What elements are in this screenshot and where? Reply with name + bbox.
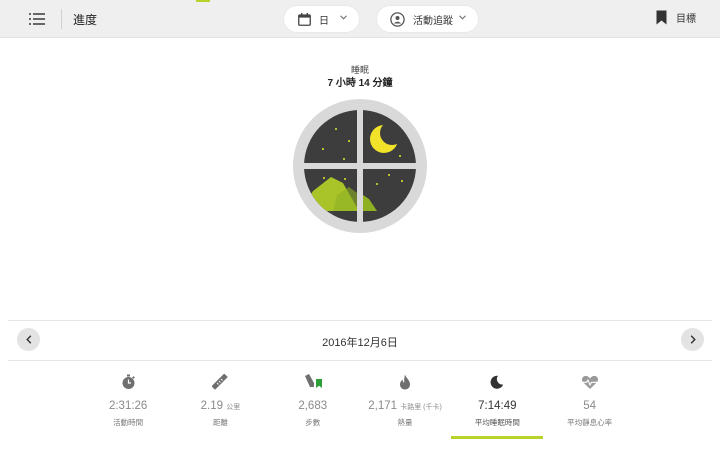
- stat-value: 54: [583, 400, 597, 412]
- next-day-button[interactable]: [681, 328, 704, 351]
- stat-label: 平均靜息心率: [567, 418, 613, 427]
- heart-rate-icon: [581, 375, 598, 389]
- flame-icon: [400, 374, 411, 390]
- date-range-label: 日: [319, 15, 329, 27]
- stat-label: 活動時間: [113, 418, 144, 427]
- metric-value: 7 小時 14 分鐘: [327, 78, 393, 89]
- chevron-down-icon: [340, 15, 347, 20]
- stat-value: 2,171: [368, 400, 398, 412]
- shoe-goal-icon: [304, 374, 322, 388]
- stat-tab-sleep[interactable]: 7:14:49 平均睡眠時間: [451, 372, 544, 467]
- stat-tab-calories[interactable]: 2,171 卡路里 (千卡) 熱量: [359, 372, 451, 467]
- active-tab-indicator: [451, 436, 544, 439]
- stat-label: 平均睡眠時間: [474, 418, 520, 427]
- menu-button[interactable]: [22, 8, 52, 30]
- stat-tab-active-time[interactable]: 2:31:26 活動時間: [82, 372, 174, 467]
- stat-label: 距離: [212, 418, 228, 427]
- top-bar: 進度 日 活動追蹤 目標: [0, 0, 720, 38]
- tracking-device-label: 活動追蹤: [413, 15, 453, 27]
- tracking-device-dropdown[interactable]: 活動追蹤: [377, 6, 478, 32]
- goals-label: 目標: [676, 14, 696, 25]
- moon-icon: [490, 375, 504, 389]
- chevron-down-icon: [459, 15, 466, 20]
- night-window-illustration: [293, 99, 427, 233]
- calendar-icon: [298, 12, 311, 26]
- stats-tabs: 2:31:26 活動時間 2.19 公里 距離 2,683 步數 2,171 卡…: [82, 372, 636, 467]
- top-accent-mark: [196, 0, 210, 2]
- stopwatch-icon: [122, 374, 135, 389]
- bookmark-icon: [656, 10, 667, 25]
- date-bar-divider-top: [8, 320, 712, 321]
- activity-tracker-icon: [390, 11, 405, 27]
- stat-tab-distance[interactable]: 2.19 公里 距離: [174, 372, 266, 467]
- stat-label: 熱量: [397, 418, 413, 427]
- stat-unit: 卡路里 (千卡): [400, 404, 442, 411]
- stat-tab-resting-heart-rate[interactable]: 54 平均靜息心率: [543, 372, 635, 467]
- stat-value: 7:14:49: [478, 400, 517, 412]
- chevron-right-icon: [690, 335, 696, 344]
- stat-value: 2:31:26: [108, 400, 148, 412]
- stat-value: 2.19: [200, 400, 224, 412]
- ruler-icon: [212, 374, 229, 390]
- header-divider: [61, 9, 62, 29]
- date-bar-divider-bottom: [8, 360, 712, 361]
- page-title: 進度: [73, 13, 98, 27]
- hamburger-menu-icon: [29, 13, 45, 25]
- stat-tab-steps[interactable]: 2,683 步數: [267, 372, 359, 467]
- goals-button[interactable]: 目標: [656, 10, 696, 25]
- stat-value: 2,683: [298, 400, 328, 412]
- date-range-dropdown[interactable]: 日: [284, 6, 359, 32]
- current-date: 2016年12月6日: [322, 337, 398, 349]
- stat-unit: 公里: [226, 404, 241, 411]
- stat-label: 步數: [305, 418, 321, 427]
